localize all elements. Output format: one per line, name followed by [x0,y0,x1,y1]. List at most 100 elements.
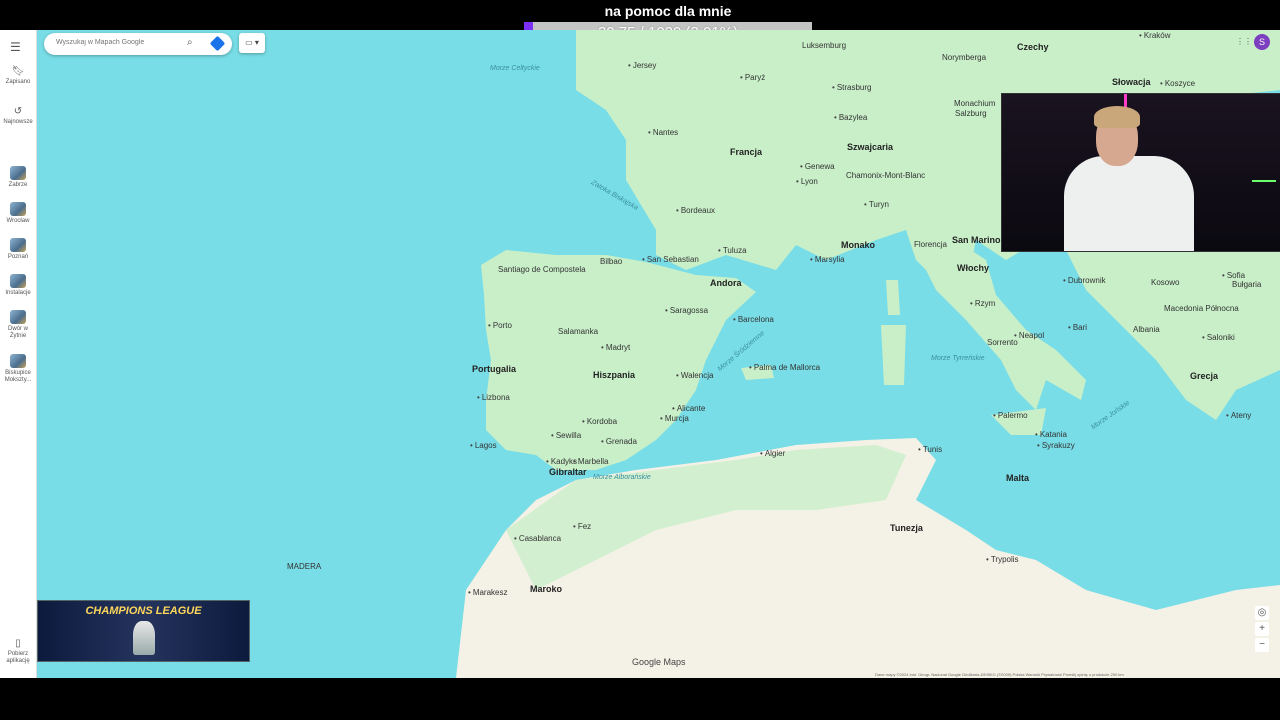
label-tunezja[interactable]: Tunezja [890,524,923,533]
city-marbella[interactable]: Marbella [573,458,609,466]
city-bilbao[interactable]: Bilbao [600,258,622,266]
city-syrakuzy[interactable]: Syrakuzy [1037,442,1075,450]
sidebar-item-recent[interactable]: ↺ Najnowsze [0,106,36,126]
city-grenada[interactable]: Grenada [601,438,637,446]
city-rzym[interactable]: Rzym [970,300,995,308]
label-san-marino[interactable]: San Marino [952,236,1001,245]
city-murcja[interactable]: Murcja [660,415,689,423]
city-madryt[interactable]: Madryt [601,344,630,352]
city-santiago[interactable]: Santiago de Compostela [498,266,586,274]
directions-icon[interactable] [209,35,226,52]
sidebar-item-instalacje[interactable]: Instalacje [0,274,36,297]
sidebar-item-label: Biskupice Mokszty... [4,370,32,383]
label-luksemburg[interactable]: Luksemburg [802,42,846,50]
city-norymberga[interactable]: Norymberga [942,54,986,62]
city-lagos[interactable]: Lagos [470,442,497,450]
city-porto[interactable]: Porto [488,322,512,330]
label-malta[interactable]: Malta [1006,474,1029,483]
map-attribution: Dane mapy ©2024 Inst. Geogr. Nacional Go… [875,672,1124,677]
label-wlochy[interactable]: Włochy [957,264,989,273]
city-dubrownik[interactable]: Dubrownik [1063,277,1106,285]
city-bordeaux[interactable]: Bordeaux [676,207,715,215]
city-nantes[interactable]: Nantes [648,129,678,137]
city-koszyce[interactable]: Koszyce [1160,80,1195,88]
city-strasburg[interactable]: Strasburg [832,84,872,92]
city-genewa[interactable]: Genewa [800,163,835,171]
city-chamonix[interactable]: Chamonix-Mont-Blanc [846,172,925,180]
zoom-controls: ◎ + − [1255,606,1269,654]
sidebar-item-get-app[interactable]: ▯ Pobierz aplikację [0,638,36,664]
city-palermo[interactable]: Palermo [993,412,1028,420]
city-sofia[interactable]: Sofia [1222,272,1245,280]
menu-icon[interactable]: ☰ [10,40,21,54]
city-ateny[interactable]: Ateny [1226,412,1251,420]
avatar[interactable]: S [1254,34,1270,50]
city-bari[interactable]: Bari [1068,324,1087,332]
city-marakesz[interactable]: Marakesz [468,589,508,597]
label-francja[interactable]: Francja [730,148,762,157]
label-szwajcaria[interactable]: Szwajcaria [847,143,893,152]
label-hiszpania[interactable]: Hiszpania [593,371,635,380]
label-albania[interactable]: Albania [1133,326,1160,334]
sidebar-item-dwor[interactable]: Dwór w Żytnie [0,310,36,339]
layers-button[interactable]: ▭ ▾ [239,33,265,53]
city-sorrento[interactable]: Sorrento [987,339,1018,347]
sidebar-item-label: Zabrze [8,182,28,188]
city-bazylea[interactable]: Bazylea [834,114,867,122]
city-salzburg[interactable]: Salzburg [955,110,987,118]
zoom-in-button[interactable]: + [1255,622,1269,636]
city-lizbona[interactable]: Lizbona [477,394,510,402]
city-krakow[interactable]: Kraków [1139,32,1171,40]
label-maroko[interactable]: Maroko [530,585,562,594]
city-palma[interactable]: Palma de Mallorca [749,364,820,372]
city-casablanca[interactable]: Casablanca [514,535,561,543]
label-kosowo[interactable]: Kosowo [1151,279,1179,287]
sidebar-item-zabrze[interactable]: Zabrze [0,166,36,189]
label-grecja[interactable]: Grecja [1190,372,1218,381]
city-marsylia[interactable]: Marsylia [810,256,845,264]
sidebar-item-saved[interactable]: 🔖︎ Zapisano [0,66,36,86]
city-algier[interactable]: Algier [760,450,785,458]
city-paryz[interactable]: Paryż [740,74,765,82]
label-macedonia[interactable]: Macedonia Północna [1164,305,1239,313]
city-san-sebastian[interactable]: San Sebastian [642,256,699,264]
city-saragossa[interactable]: Saragossa [665,307,708,315]
my-location-icon[interactable]: ◎ [1255,606,1269,620]
city-turyn[interactable]: Turyn [864,201,889,209]
city-florencja[interactable]: Florencja [914,241,947,249]
city-saloniki[interactable]: Saloniki [1202,334,1235,342]
label-slowacja[interactable]: Słowacja [1112,78,1151,87]
city-kordoba[interactable]: Kordoba [582,418,617,426]
city-alicante[interactable]: Alicante [672,405,705,413]
trophy-icon [133,621,155,655]
label-czechy[interactable]: Czechy [1017,43,1049,52]
city-trypolis[interactable]: Trypolis [986,556,1019,564]
city-jersey[interactable]: Jersey [628,62,657,70]
label-portugalia[interactable]: Portugalia [472,365,516,374]
city-katania[interactable]: Katania [1035,431,1067,439]
label-madera[interactable]: MADERA [287,563,321,571]
city-monachium[interactable]: Monachium [954,100,995,108]
city-walencja[interactable]: Walencja [676,372,714,380]
sidebar-item-poznan[interactable]: Poznań [0,238,36,261]
city-tuluza[interactable]: Tuluza [718,247,747,255]
city-fez[interactable]: Fez [573,523,591,531]
zoom-out-button[interactable]: − [1255,638,1269,652]
search-input[interactable] [54,38,178,47]
city-tunis[interactable]: Tunis [918,446,942,454]
label-andora[interactable]: Andora [710,279,742,288]
sea-celtyckie: Morze Celtyckie [490,65,540,72]
city-barcelona[interactable]: Barcelona [733,316,774,324]
label-bulgaria[interactable]: Bułgaria [1232,281,1261,289]
sidebar-item-wroclaw[interactable]: Wrocław [0,202,36,225]
city-lyon[interactable]: Lyon [796,178,818,186]
search-icon[interactable]: ⌕ [187,37,193,48]
place-thumbnail [10,310,26,324]
label-monako[interactable]: Monako [841,241,875,250]
city-sewilla[interactable]: Sewilla [551,432,581,440]
city-gibraltar[interactable]: Gibraltar [549,468,587,477]
city-neapol[interactable]: Neapol [1014,332,1044,340]
sidebar-item-label: Poznań [7,254,29,260]
sidebar-item-biskupice[interactable]: Biskupice Mokszty... [0,354,36,383]
city-salamanka[interactable]: Salamanka [558,328,598,336]
